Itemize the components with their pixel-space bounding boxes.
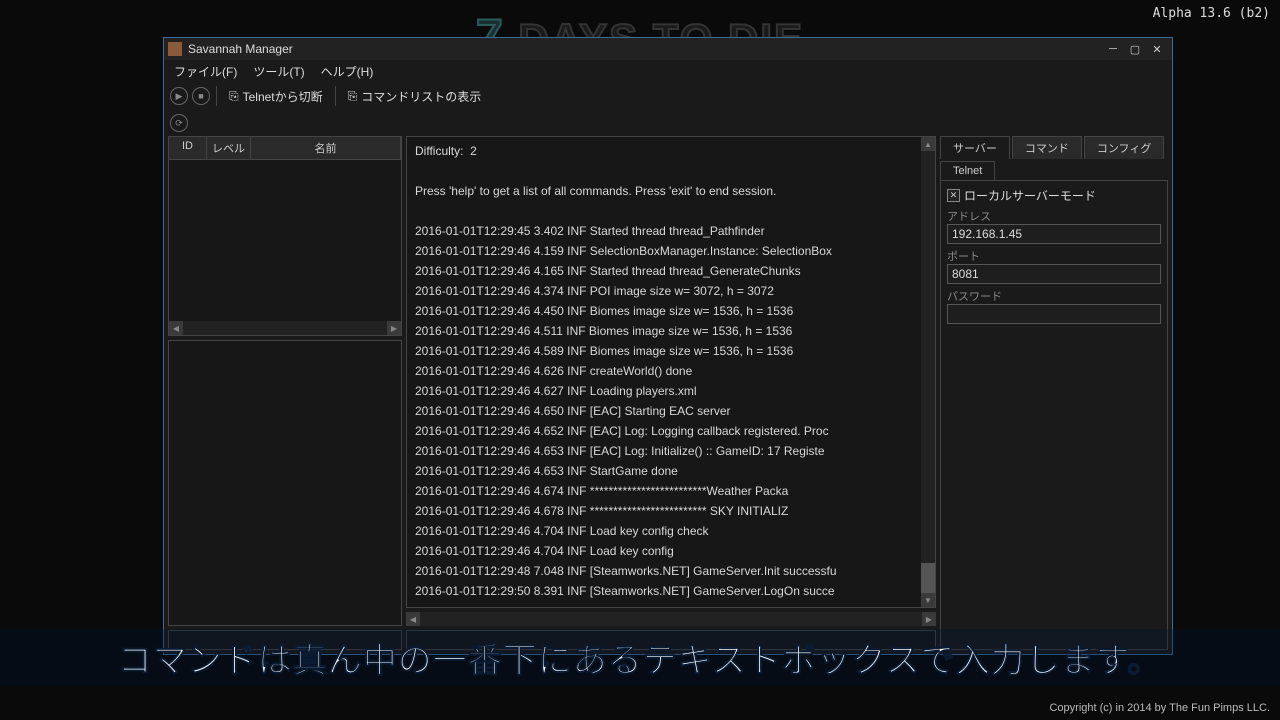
- list-icon: ⎘: [348, 89, 358, 104]
- game-version: Alpha 13.6 (b2): [1153, 6, 1270, 21]
- port-input[interactable]: [947, 264, 1161, 284]
- table-body[interactable]: [169, 160, 401, 321]
- disconnect-button[interactable]: ⎘ Telnetから切断: [223, 86, 329, 107]
- app-icon: [168, 42, 182, 56]
- menubar: ファイル(F) ツール(T) ヘルプ(H): [164, 60, 1172, 82]
- scroll-thumb[interactable]: [921, 563, 935, 593]
- port-label: ポート: [947, 248, 1161, 264]
- password-label: パスワード: [947, 288, 1161, 304]
- address-input[interactable]: [947, 224, 1161, 244]
- col-level[interactable]: レベル: [207, 137, 251, 159]
- checkbox-icon[interactable]: ✕: [947, 189, 960, 202]
- address-label: アドレス: [947, 208, 1161, 224]
- subtab-telnet[interactable]: Telnet: [940, 161, 995, 181]
- tab-command[interactable]: コマンド: [1012, 136, 1082, 159]
- table-hscroll[interactable]: ◀ ▶: [169, 321, 401, 335]
- app-window: Savannah Manager ─ ▢ ✕ ファイル(F) ツール(T) ヘル…: [163, 37, 1173, 655]
- toolbar-secondary: ⟳: [164, 110, 1172, 136]
- menu-file[interactable]: ファイル(F): [170, 61, 241, 82]
- local-server-checkbox[interactable]: ✕ ローカルサーバーモード: [947, 187, 1161, 204]
- console: Difficulty: 2 Press 'help' to get a list…: [406, 136, 936, 608]
- left-lower-pane: [168, 340, 402, 626]
- subtitle-text: コマンドは真ん中の一番下にあるテキストボックスで入力します。: [0, 633, 1280, 682]
- disconnect-icon: ⎘: [229, 89, 239, 104]
- scroll-left-icon[interactable]: ◀: [406, 612, 420, 626]
- tab-server[interactable]: サーバー: [940, 136, 1010, 159]
- titlebar[interactable]: Savannah Manager ─ ▢ ✕: [164, 38, 1172, 60]
- menu-help[interactable]: ヘルプ(H): [317, 61, 378, 82]
- scroll-right-icon[interactable]: ▶: [922, 612, 936, 626]
- scroll-left-icon[interactable]: ◀: [169, 321, 183, 335]
- toolbar: ▶ ■ ⎘ Telnetから切断 ⎘ コマンドリストの表示: [164, 82, 1172, 110]
- tab-config[interactable]: コンフィグ: [1084, 136, 1164, 159]
- console-vscroll[interactable]: ▲ ▼: [921, 137, 935, 607]
- server-panel: ✕ ローカルサーバーモード アドレス ポート パスワード: [940, 180, 1168, 650]
- commandlist-button[interactable]: ⎘ コマンドリストの表示: [342, 86, 488, 107]
- console-hscroll[interactable]: ◀ ▶: [406, 612, 936, 626]
- scroll-down-icon[interactable]: ▼: [921, 593, 935, 607]
- window-title: Savannah Manager: [188, 42, 1102, 56]
- password-input[interactable]: [947, 304, 1161, 324]
- scroll-right-icon[interactable]: ▶: [387, 321, 401, 335]
- scroll-up-icon[interactable]: ▲: [921, 137, 935, 151]
- play-icon[interactable]: ▶: [170, 87, 188, 105]
- subtitle-overlay: コマンドは真ん中の一番下にあるテキストボックスで入力します。: [0, 629, 1280, 686]
- copyright: Copyright (c) in 2014 by The Fun Pimps L…: [1049, 702, 1270, 714]
- maximize-button[interactable]: ▢: [1124, 40, 1146, 58]
- minimize-button[interactable]: ─: [1102, 40, 1124, 58]
- close-button[interactable]: ✕: [1146, 40, 1168, 58]
- stop-icon[interactable]: ■: [192, 87, 210, 105]
- col-name[interactable]: 名前: [251, 137, 401, 159]
- refresh-icon[interactable]: ⟳: [170, 114, 188, 132]
- col-id[interactable]: ID: [169, 137, 207, 159]
- console-text[interactable]: Difficulty: 2 Press 'help' to get a list…: [407, 137, 921, 607]
- player-table: ID レベル 名前 ◀ ▶: [168, 136, 402, 336]
- menu-tools[interactable]: ツール(T): [249, 61, 308, 82]
